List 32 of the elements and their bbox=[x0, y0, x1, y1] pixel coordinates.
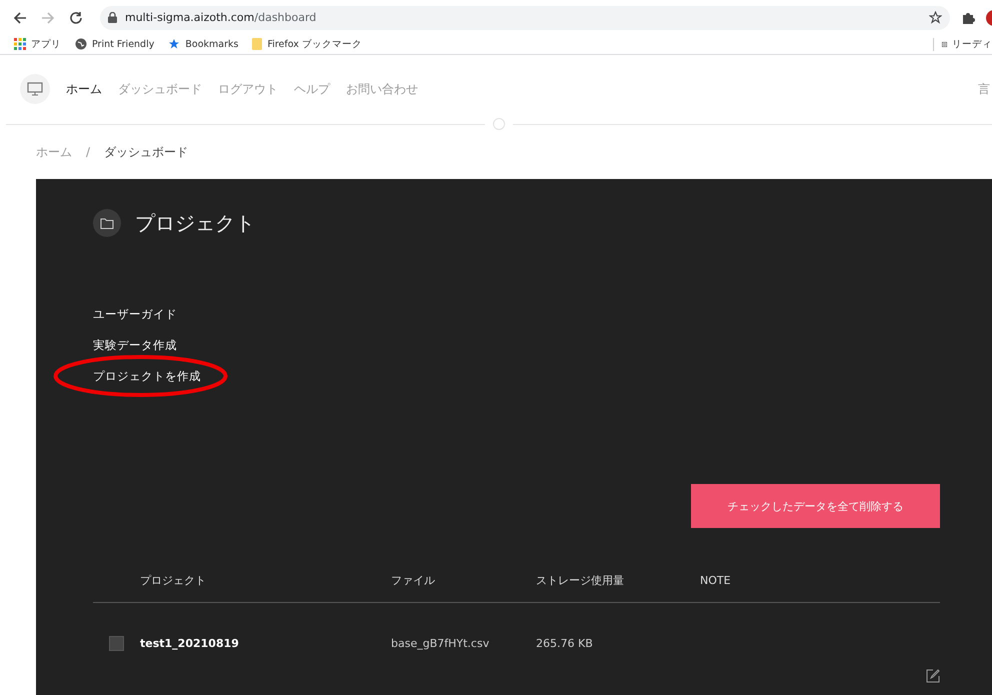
bookmark-item[interactable]: Firefox ブックマーク bbox=[252, 38, 362, 51]
bookmark-item[interactable]: Print Friendly bbox=[75, 38, 154, 50]
row-checkbox[interactable] bbox=[109, 636, 124, 650]
menu-link[interactable]: 実験データ作成 bbox=[93, 338, 177, 353]
column-header: NOTE bbox=[700, 558, 940, 603]
table-cell: 265.76 KB bbox=[536, 636, 593, 650]
folder-icon bbox=[252, 38, 262, 50]
star-icon bbox=[168, 38, 180, 50]
apps-grid-icon bbox=[14, 38, 26, 50]
bookmark-item[interactable]: アプリ bbox=[14, 38, 61, 51]
lock-icon bbox=[108, 12, 117, 24]
monitor-icon bbox=[20, 74, 50, 104]
bookmark-item[interactable]: Bookmarks bbox=[168, 38, 238, 50]
edit-icon[interactable] bbox=[926, 669, 940, 683]
table-cell: base_gB7fHYt.csv bbox=[391, 636, 490, 650]
panel-title: プロジェクト bbox=[135, 210, 255, 236]
breadcrumb-separator: / bbox=[86, 145, 90, 160]
circle-icon bbox=[493, 118, 505, 130]
column-header: プロジェクト bbox=[140, 558, 391, 603]
nav-link[interactable]: ホーム bbox=[66, 80, 102, 98]
reading-list-item[interactable]: リーディ bbox=[933, 38, 992, 51]
column-header: ストレージ使用量 bbox=[536, 558, 700, 603]
globe-icon bbox=[75, 38, 87, 50]
breadcrumb-item: ダッシュボード bbox=[104, 144, 188, 161]
star-icon[interactable] bbox=[929, 11, 942, 24]
column-header: ファイル bbox=[391, 558, 536, 603]
folder-icon bbox=[93, 209, 121, 237]
url-text: multi-sigma.aizoth.com/dashboard bbox=[125, 11, 316, 24]
address-bar[interactable]: multi-sigma.aizoth.com/dashboard bbox=[100, 6, 950, 30]
menu-link[interactable]: ユーザーガイド bbox=[93, 307, 177, 322]
profile-avatar-icon[interactable] bbox=[986, 10, 992, 26]
table-cell: test1_20210819 bbox=[140, 636, 239, 650]
